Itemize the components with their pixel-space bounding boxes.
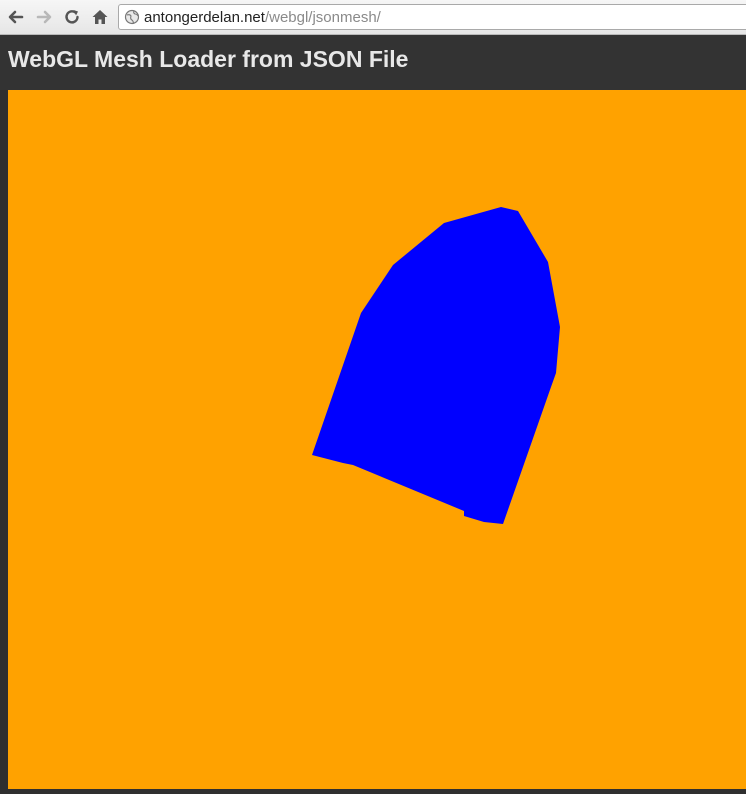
url-host: antongerdelan.net [144,8,265,26]
url-text: antongerdelan.net/webgl/jsonmesh/ [144,9,381,26]
home-button[interactable] [89,6,111,28]
address-bar[interactable]: antongerdelan.net/webgl/jsonmesh/ [118,4,746,30]
back-button[interactable] [5,6,27,28]
reload-button[interactable] [61,6,83,28]
home-icon [92,10,108,24]
browser-toolbar: antongerdelan.net/webgl/jsonmesh/ [0,0,746,35]
page-header: WebGL Mesh Loader from JSON File [0,35,746,90]
webgl-canvas[interactable] [8,90,746,789]
url-path: /webgl/jsonmesh/ [264,8,381,26]
forward-button[interactable] [33,6,55,28]
webgl-render [8,90,746,789]
back-arrow-icon [8,10,24,24]
globe-icon [124,9,140,25]
forward-arrow-icon [36,10,52,24]
reload-icon [65,10,79,24]
page-title: WebGL Mesh Loader from JSON File [8,46,409,72]
